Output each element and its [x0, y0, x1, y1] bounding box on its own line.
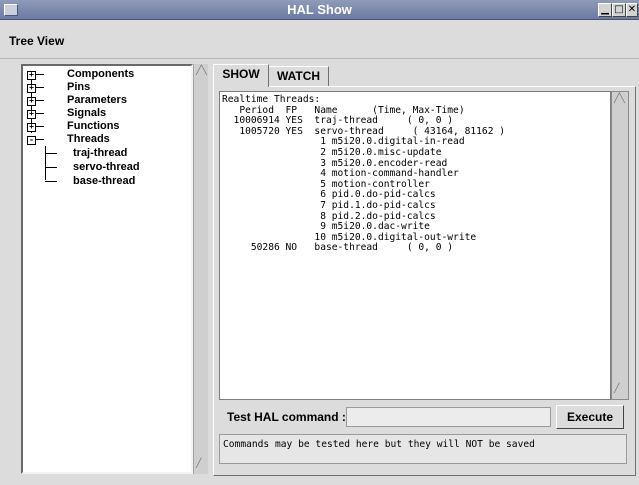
- window-title: HAL Show: [287, 2, 352, 17]
- output-lines: Realtime Threads: Period FP Name (Time, …: [220, 92, 610, 254]
- tree-view[interactable]: + Components + Pins + Parameters + Signa…: [21, 64, 193, 474]
- scroll-down-icon[interactable]: ╱: [196, 459, 201, 469]
- tree-item-label: Components: [67, 68, 135, 80]
- scroll-down-icon[interactable]: ╱: [614, 384, 619, 394]
- output-line: 1005720 YES servo-thread ( 43164, 81162 …: [239, 125, 506, 137]
- tree-item-label: servo-thread: [73, 161, 140, 173]
- output-line: 50286 NO base-thread ( 0, 0 ): [250, 242, 454, 254]
- close-icon[interactable]: ✕: [626, 3, 638, 17]
- output-text[interactable]: Realtime Threads: Period FP Name (Time, …: [219, 91, 611, 400]
- tree-connector: [45, 146, 46, 180]
- tree-item-label: Functions: [67, 120, 120, 132]
- output-line: 3 m5i20.0.encoder-read: [320, 157, 448, 169]
- output-line: 6 pid.0.do-pid-calcs: [320, 189, 436, 201]
- output-line: 4 motion-command-handler: [320, 168, 459, 180]
- command-input[interactable]: [346, 407, 551, 427]
- menu-bar: Tree View: [0, 20, 639, 59]
- output-line: 10006914 YES traj-thread ( 0, 0 ): [233, 115, 454, 127]
- scroll-up-icon[interactable]: ╱╲: [196, 66, 207, 76]
- output-line: 1 m5i20.0.digital-in-read: [320, 136, 465, 148]
- output-line: 9 m5i20.0.dac-write: [320, 221, 430, 233]
- execute-button[interactable]: Execute: [556, 405, 624, 429]
- maximize-icon[interactable]: □: [612, 3, 626, 17]
- expand-icon[interactable]: +: [27, 123, 36, 132]
- tree-item-label: Parameters: [67, 94, 127, 106]
- output-line: 8 pid.2.do-pid-calcs: [320, 210, 436, 222]
- tree-item-label: traj-thread: [73, 147, 128, 159]
- collapse-icon[interactable]: -: [27, 136, 36, 145]
- tree-item-label: Pins: [67, 81, 91, 93]
- output-scrollbar[interactable]: ╱╲ ╱: [611, 91, 629, 400]
- tree-item-label: base-thread: [73, 175, 136, 187]
- expand-icon[interactable]: +: [27, 110, 36, 119]
- tree-scrollbar[interactable]: ╱╲ ╱: [193, 64, 208, 474]
- menu-tree-view[interactable]: Tree View: [9, 34, 64, 48]
- output-line: 2 m5i20.0.misc-update: [320, 146, 442, 158]
- tree-item-label: Signals: [67, 107, 107, 119]
- tree-item-label: Threads: [67, 133, 110, 145]
- command-label: Test HAL command :: [227, 410, 346, 424]
- minimize-icon[interactable]: ▁: [598, 3, 612, 17]
- output-line: Realtime Threads:: [222, 94, 321, 105]
- output-line: 10 m5i20.0.digital-out-write: [314, 231, 477, 243]
- expand-icon[interactable]: +: [27, 97, 36, 106]
- command-message: Commands may be tested here but they wil…: [219, 434, 627, 464]
- tab-show[interactable]: SHOW: [213, 64, 269, 87]
- expand-icon[interactable]: +: [27, 71, 36, 80]
- tab-watch[interactable]: WATCH: [268, 66, 329, 87]
- output-line: 7 pid.1.do-pid-calcs: [320, 199, 436, 211]
- expand-icon[interactable]: +: [27, 84, 36, 93]
- title-bar: HAL Show ▁ □ ✕: [0, 0, 639, 20]
- output-line: Period FP Name (Time, Max-Time): [239, 104, 465, 116]
- output-line: 5 motion-controller: [320, 178, 430, 190]
- scroll-up-icon[interactable]: ╱╲: [614, 94, 625, 104]
